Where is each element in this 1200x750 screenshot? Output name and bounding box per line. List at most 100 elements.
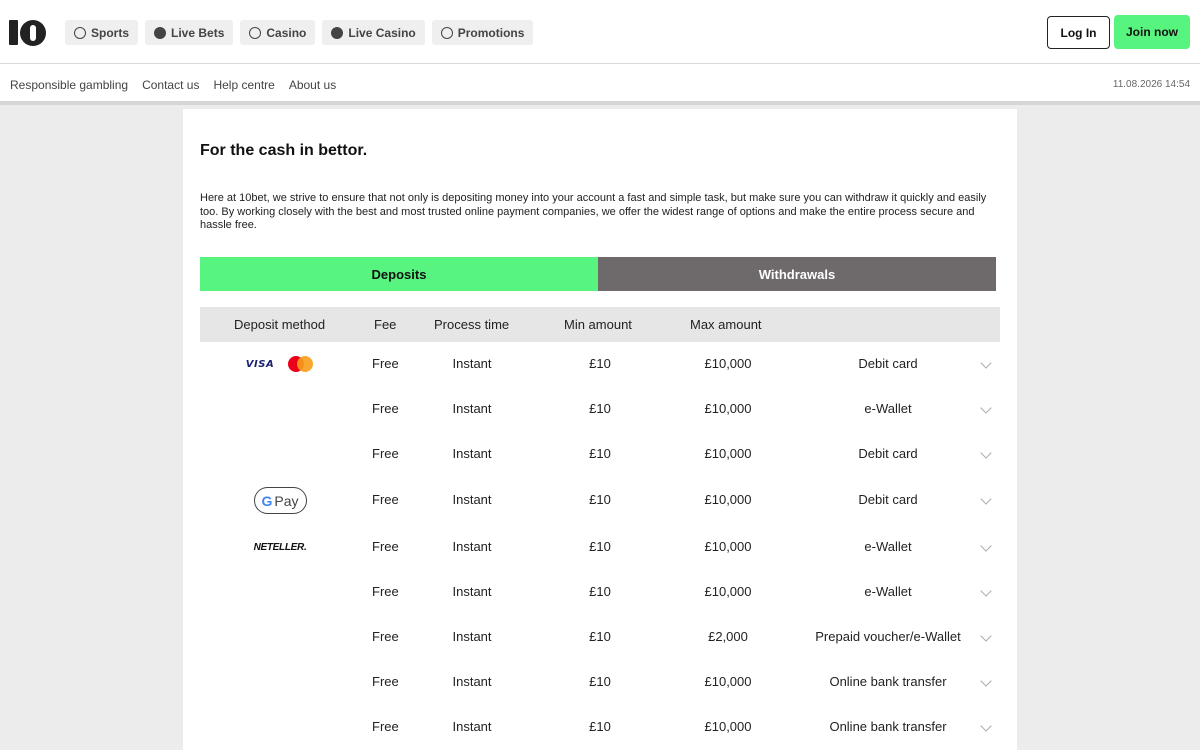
link-help-centre[interactable]: Help centre: [213, 78, 274, 92]
nav-sports[interactable]: Sports: [65, 20, 139, 45]
payment-tabs: Deposits Withdrawals: [200, 257, 996, 291]
cell-fee: Free: [372, 492, 399, 507]
site-header: Sports Live Bets Casino Live Casino Prom…: [0, 0, 1200, 105]
payment-logo: G Pay: [200, 478, 360, 523]
cell-process-time: Instant: [452, 492, 492, 507]
cell-fee: Free: [372, 584, 399, 599]
nav-label: Casino: [266, 25, 307, 40]
table-row[interactable]: G Pay Free Instant £10 £10,000 Debit card: [200, 478, 1000, 523]
visa-logo: VISA: [245, 359, 275, 370]
header-deposit-method: Deposit method: [234, 317, 326, 332]
cell-min-amount: £10: [589, 401, 611, 416]
table-row[interactable]: Free Instant £10 £10,000 e-Wallet: [200, 570, 1000, 615]
table-row[interactable]: Free Instant £10 £10,000 Online bank transfe…: [200, 660, 1000, 705]
secondary-nav: Responsible gambling Contact us Help cen…: [10, 78, 336, 92]
header-process-time: Process time: [434, 317, 510, 332]
link-responsible-gambling[interactable]: Responsible gambling: [10, 78, 128, 92]
nav-casino[interactable]: Casino: [240, 20, 316, 45]
current-datetime: 11.08.2026 14:54: [1112, 79, 1190, 90]
cell-min-amount: £10: [589, 584, 611, 599]
chevron-down-icon[interactable]: [980, 675, 992, 687]
header-min-amount: Min amount: [564, 317, 632, 332]
chevron-down-icon[interactable]: [980, 720, 992, 732]
chevron-down-icon[interactable]: [980, 585, 992, 597]
table-row[interactable]: Free Instant £10 £10,000 Debit card: [200, 432, 1000, 477]
cell-method-type: e-Wallet: [864, 539, 912, 554]
chevron-down-icon[interactable]: [980, 447, 992, 459]
logo-zero-mark: [20, 19, 46, 46]
nav-label: Live Casino: [348, 25, 416, 40]
cell-max-amount: £10,000: [704, 356, 752, 371]
cell-fee: Free: [372, 539, 399, 554]
table-row[interactable]: NETELLER. Free Instant £10 £10,000 e-Wallet: [200, 525, 1000, 570]
cell-min-amount: £10: [589, 492, 611, 507]
header-fee: Fee: [374, 317, 397, 332]
soccer-ball-icon: [74, 26, 86, 39]
cell-fee: Free: [372, 674, 399, 689]
cell-process-time: Instant: [452, 446, 492, 461]
nav-live-casino[interactable]: Live Casino: [322, 20, 425, 45]
cell-method-type: Online bank transfer: [829, 719, 947, 734]
tab-deposits[interactable]: Deposits: [200, 257, 598, 291]
nav-live-bets[interactable]: Live Bets: [145, 20, 234, 45]
nav-promotions[interactable]: Promotions: [431, 20, 534, 45]
chevron-down-icon[interactable]: [980, 357, 992, 369]
chevron-down-icon[interactable]: [980, 540, 992, 552]
casino-chip-icon: [249, 26, 262, 39]
cell-method-type: Debit card: [858, 492, 918, 507]
table-row[interactable]: Free Instant £10 £10,000 Online bank transfe…: [200, 705, 1000, 750]
page-title: For the cash in bettor.: [200, 142, 368, 159]
cell-max-amount: £2,000: [708, 629, 748, 644]
table-header: Deposit method Fee Process time Min amou…: [200, 307, 1000, 342]
cell-process-time: Instant: [452, 584, 492, 599]
nav-label: Live Bets: [171, 25, 225, 40]
nav-label: Promotions: [457, 25, 525, 40]
neteller-logo: NETELLER.: [253, 542, 307, 553]
cell-min-amount: £10: [589, 446, 611, 461]
login-button[interactable]: Log In: [1047, 16, 1110, 49]
cell-min-amount: £10: [589, 629, 611, 644]
table-row[interactable]: VISA Free Instant £10 £10,000 Debit card: [200, 342, 1000, 387]
cell-process-time: Instant: [452, 539, 492, 554]
cell-fee: Free: [372, 719, 399, 734]
cell-process-time: Instant: [452, 674, 492, 689]
chevron-down-icon[interactable]: [980, 630, 992, 642]
chevron-down-icon[interactable]: [980, 493, 992, 505]
cell-method-type: Prepaid voucher/e-Wallet: [815, 629, 961, 644]
cell-method-type: Online bank transfer: [829, 674, 947, 689]
cell-max-amount: £10,000: [704, 584, 752, 599]
table-row[interactable]: Free Instant £10 £2,000 Prepaid voucher/e-Wa…: [200, 615, 1000, 660]
nav-label: Sports: [91, 25, 130, 40]
join-now-button[interactable]: Join now: [1114, 15, 1190, 49]
cell-min-amount: £10: [589, 674, 611, 689]
10bet-logo[interactable]: [9, 19, 47, 46]
top-bar: Sports Live Bets Casino Live Casino Prom…: [0, 0, 1200, 64]
header-max-amount: Max amount: [690, 317, 762, 332]
cell-fee: Free: [372, 401, 399, 416]
roulette-icon: [331, 26, 344, 39]
cell-process-time: Instant: [452, 356, 492, 371]
payments-content: For the cash in bettor. Here at 10bet, w…: [183, 109, 1017, 750]
cell-max-amount: £10,000: [704, 446, 752, 461]
cell-min-amount: £10: [589, 719, 611, 734]
link-contact-us[interactable]: Contact us: [142, 78, 199, 92]
google-pay-logo: G Pay: [253, 487, 307, 514]
cell-min-amount: £10: [589, 539, 611, 554]
cell-max-amount: £10,000: [704, 401, 752, 416]
cell-process-time: Instant: [452, 629, 492, 644]
cell-max-amount: £10,000: [704, 492, 752, 507]
logo-one-mark: [9, 20, 18, 45]
mastercard-logo: [288, 355, 314, 374]
cell-fee: Free: [372, 446, 399, 461]
live-icon: [154, 26, 167, 39]
table-row[interactable]: Free Instant £10 £10,000 e-Wallet: [200, 387, 1000, 432]
link-about-us[interactable]: About us: [289, 78, 336, 92]
cell-fee: Free: [372, 629, 399, 644]
main-nav: Sports Live Bets Casino Live Casino Prom…: [65, 20, 534, 45]
chevron-down-icon[interactable]: [980, 402, 992, 414]
cell-process-time: Instant: [452, 719, 492, 734]
intro-text: Here at 10bet, we strive to ensure that …: [200, 192, 987, 231]
cell-fee: Free: [372, 356, 399, 371]
cell-max-amount: £10,000: [704, 674, 752, 689]
tab-withdrawals[interactable]: Withdrawals: [598, 257, 996, 291]
